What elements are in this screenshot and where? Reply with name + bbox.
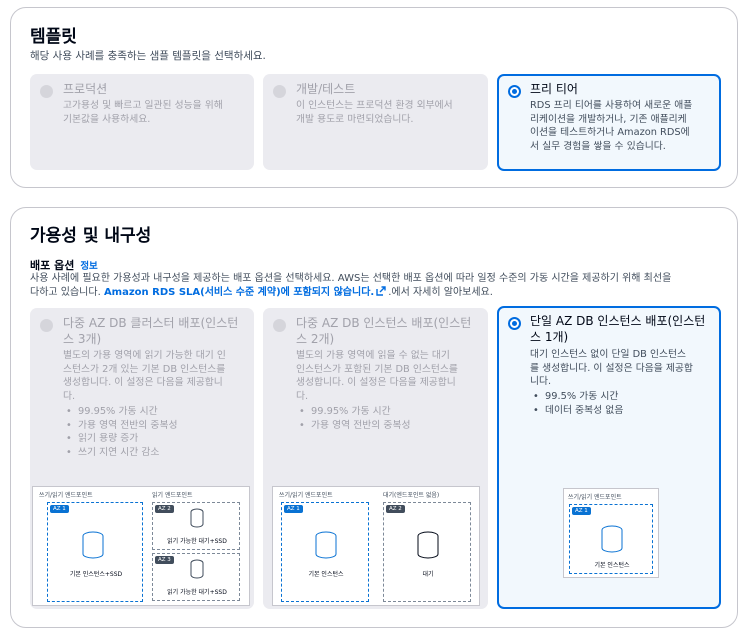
card-desc: 별도의 가용 영역에 읽을 수 없는 대기 인스턴스가 포함된 기본 DB 인스턴… — [296, 350, 458, 402]
card-desc: 이 인스턴스는 프로덕션 환경 외부에서 개발 용도로 마련되었습니다. — [296, 100, 453, 125]
database-icon — [190, 559, 204, 579]
card-title: 개발/테스트 — [296, 82, 356, 96]
radio-multi-az-instance[interactable] — [273, 319, 286, 332]
endpoint-label: 대기(엔드포인트 없음) — [383, 492, 440, 499]
endpoint-label: 쓰기/읽기 엔드포인트 — [39, 492, 93, 499]
deployment-option-label: 배포 옵션 정보 — [30, 259, 98, 272]
db-label: 대기 — [422, 571, 434, 578]
availability-title: 가용성 및 내구성 — [30, 226, 152, 246]
template-title: 템플릿 — [30, 27, 77, 47]
database-icon — [315, 531, 337, 559]
database-icon — [417, 531, 439, 559]
deploy-card-multi-az-cluster[interactable]: 다중 AZ DB 클러스터 배포(인스턴 스 3개) 별도의 가용 영역에 읽기 … — [30, 308, 254, 609]
az-box: AZ 1 기본 인스턴스 — [569, 504, 653, 574]
az-box: AZ 2 대기 — [383, 502, 471, 602]
info-link[interactable]: 정보 — [80, 261, 97, 272]
feature-list: 99.5% 가동 시간데이터 중복성 없음 — [545, 390, 711, 417]
card-title: 프로덕션 — [63, 82, 108, 96]
radio-devtest[interactable] — [273, 85, 286, 98]
instance-diagram: 쓰기/읽기 엔드포인트 대기(엔드포인트 없음) AZ 1 기본 인스턴스 AZ… — [272, 486, 480, 606]
database-icon — [190, 508, 204, 528]
database-icon — [601, 525, 623, 553]
template-card-production[interactable]: 프로덕션 고가용성 및 빠르고 일관된 성능을 위해 기본값을 사용하세요. — [30, 74, 254, 170]
az-tag: AZ 2 — [386, 505, 405, 513]
deploy-card-multi-az-instance[interactable]: 다중 AZ DB 인스턴스 배포(인스턴 스 2개) 별도의 가용 영역에 읽을 … — [263, 308, 488, 609]
database-icon — [82, 531, 104, 559]
template-card-free-tier[interactable]: 프리 티어 RDS 프리 티어를 사용하여 새로운 애플 리케이션을 개발하거나,… — [497, 74, 721, 171]
sla-link[interactable]: Amazon RDS SLA(서비스 수준 계약)에 포함되지 않습니다. — [104, 287, 374, 298]
radio-free-tier[interactable] — [508, 85, 521, 98]
feature-list: 99.95% 가동 시간가용 영역 전반의 중복성 — [311, 405, 480, 432]
az-box: AZ 1 기본 인스턴스+SSD — [47, 502, 143, 602]
card-title: 다중 AZ DB 인스턴스 배포(인스턴 스 2개) — [296, 316, 472, 346]
card-desc: 고가용성 및 빠르고 일관된 성능을 위해 기본값을 사용하세요. — [63, 100, 223, 125]
feature-list: 99.95% 가동 시간가용 영역 전반의 중복성 읽기 용량 증가쓰기 지연 … — [78, 405, 246, 459]
card-desc: RDS 프리 티어를 사용하여 새로운 애플 리케이션을 개발하거나, 기존 애플… — [530, 100, 693, 152]
az-box: AZ 3 읽기 가능한 대기+SSD — [152, 553, 240, 601]
template-desc: 해당 사용 사례를 충족하는 샘플 템플릿을 선택하세요. — [30, 50, 266, 62]
db-label: 읽기 가능한 대기+SSD — [167, 589, 227, 596]
az-tag: AZ 1 — [284, 505, 303, 513]
az-tag: AZ 2 — [155, 505, 174, 513]
card-title: 다중 AZ DB 클러스터 배포(인스턴 스 3개) — [63, 316, 239, 346]
radio-single-az[interactable] — [508, 317, 521, 330]
endpoint-label: 쓰기/읽기 엔드포인트 — [568, 494, 622, 501]
template-panel: 템플릿 해당 사용 사례를 충족하는 샘플 템플릿을 선택하세요. 프로덕션 고… — [10, 7, 738, 188]
radio-multi-az-cluster[interactable] — [40, 319, 53, 332]
az-box: AZ 1 기본 인스턴스 — [281, 502, 369, 602]
az-tag: AZ 3 — [155, 556, 174, 564]
card-desc: 별도의 가용 영역에 읽기 가능한 대기 인 스턴스가 2개 있는 기본 DB 인… — [63, 350, 226, 402]
endpoint-label: 읽기 엔드포인트 — [152, 492, 193, 499]
az-tag: AZ 1 — [50, 505, 69, 513]
az-box: AZ 2 읽기 가능한 대기+SSD — [152, 502, 240, 550]
az-tag: AZ 1 — [572, 507, 591, 515]
radio-production[interactable] — [40, 85, 53, 98]
card-title: 프리 티어 — [530, 82, 578, 96]
db-label: 기본 인스턴스 — [308, 571, 344, 578]
card-title: 단일 AZ DB 인스턴스 배포(인스턴 스 1개) — [530, 314, 706, 344]
external-link-icon — [376, 286, 386, 296]
availability-panel: 가용성 및 내구성 배포 옵션 정보 사용 사례에 필요한 가용성과 내구성을 제… — [10, 207, 738, 628]
endpoint-label: 쓰기/읽기 엔드포인트 — [279, 492, 333, 499]
card-desc: 대기 인스턴스 없이 단일 DB 인스턴스 를 생성합니다. 이 설정은 다음을 … — [530, 349, 693, 387]
db-label: 기본 인스턴스+SSD — [69, 571, 123, 578]
deploy-card-single-az[interactable]: 단일 AZ DB 인스턴스 배포(인스턴 스 1개) 대기 인스턴스 없이 단일 … — [497, 306, 721, 609]
cluster-diagram: 쓰기/읽기 엔드포인트 읽기 엔드포인트 AZ 1 기본 인스턴스+SSD AZ… — [32, 486, 250, 606]
single-diagram: 쓰기/읽기 엔드포인트 AZ 1 기본 인스턴스 — [563, 488, 659, 578]
deployment-desc: 사용 사례에 필요한 가용성과 내구성을 제공하는 배포 옵션을 선택하세요. … — [30, 273, 672, 298]
db-label: 읽기 가능한 대기+SSD — [167, 538, 227, 545]
template-card-devtest[interactable]: 개발/테스트 이 인스턴스는 프로덕션 환경 외부에서 개발 용도로 마련되었습니… — [263, 74, 488, 170]
db-label: 기본 인스턴스 — [594, 562, 630, 569]
